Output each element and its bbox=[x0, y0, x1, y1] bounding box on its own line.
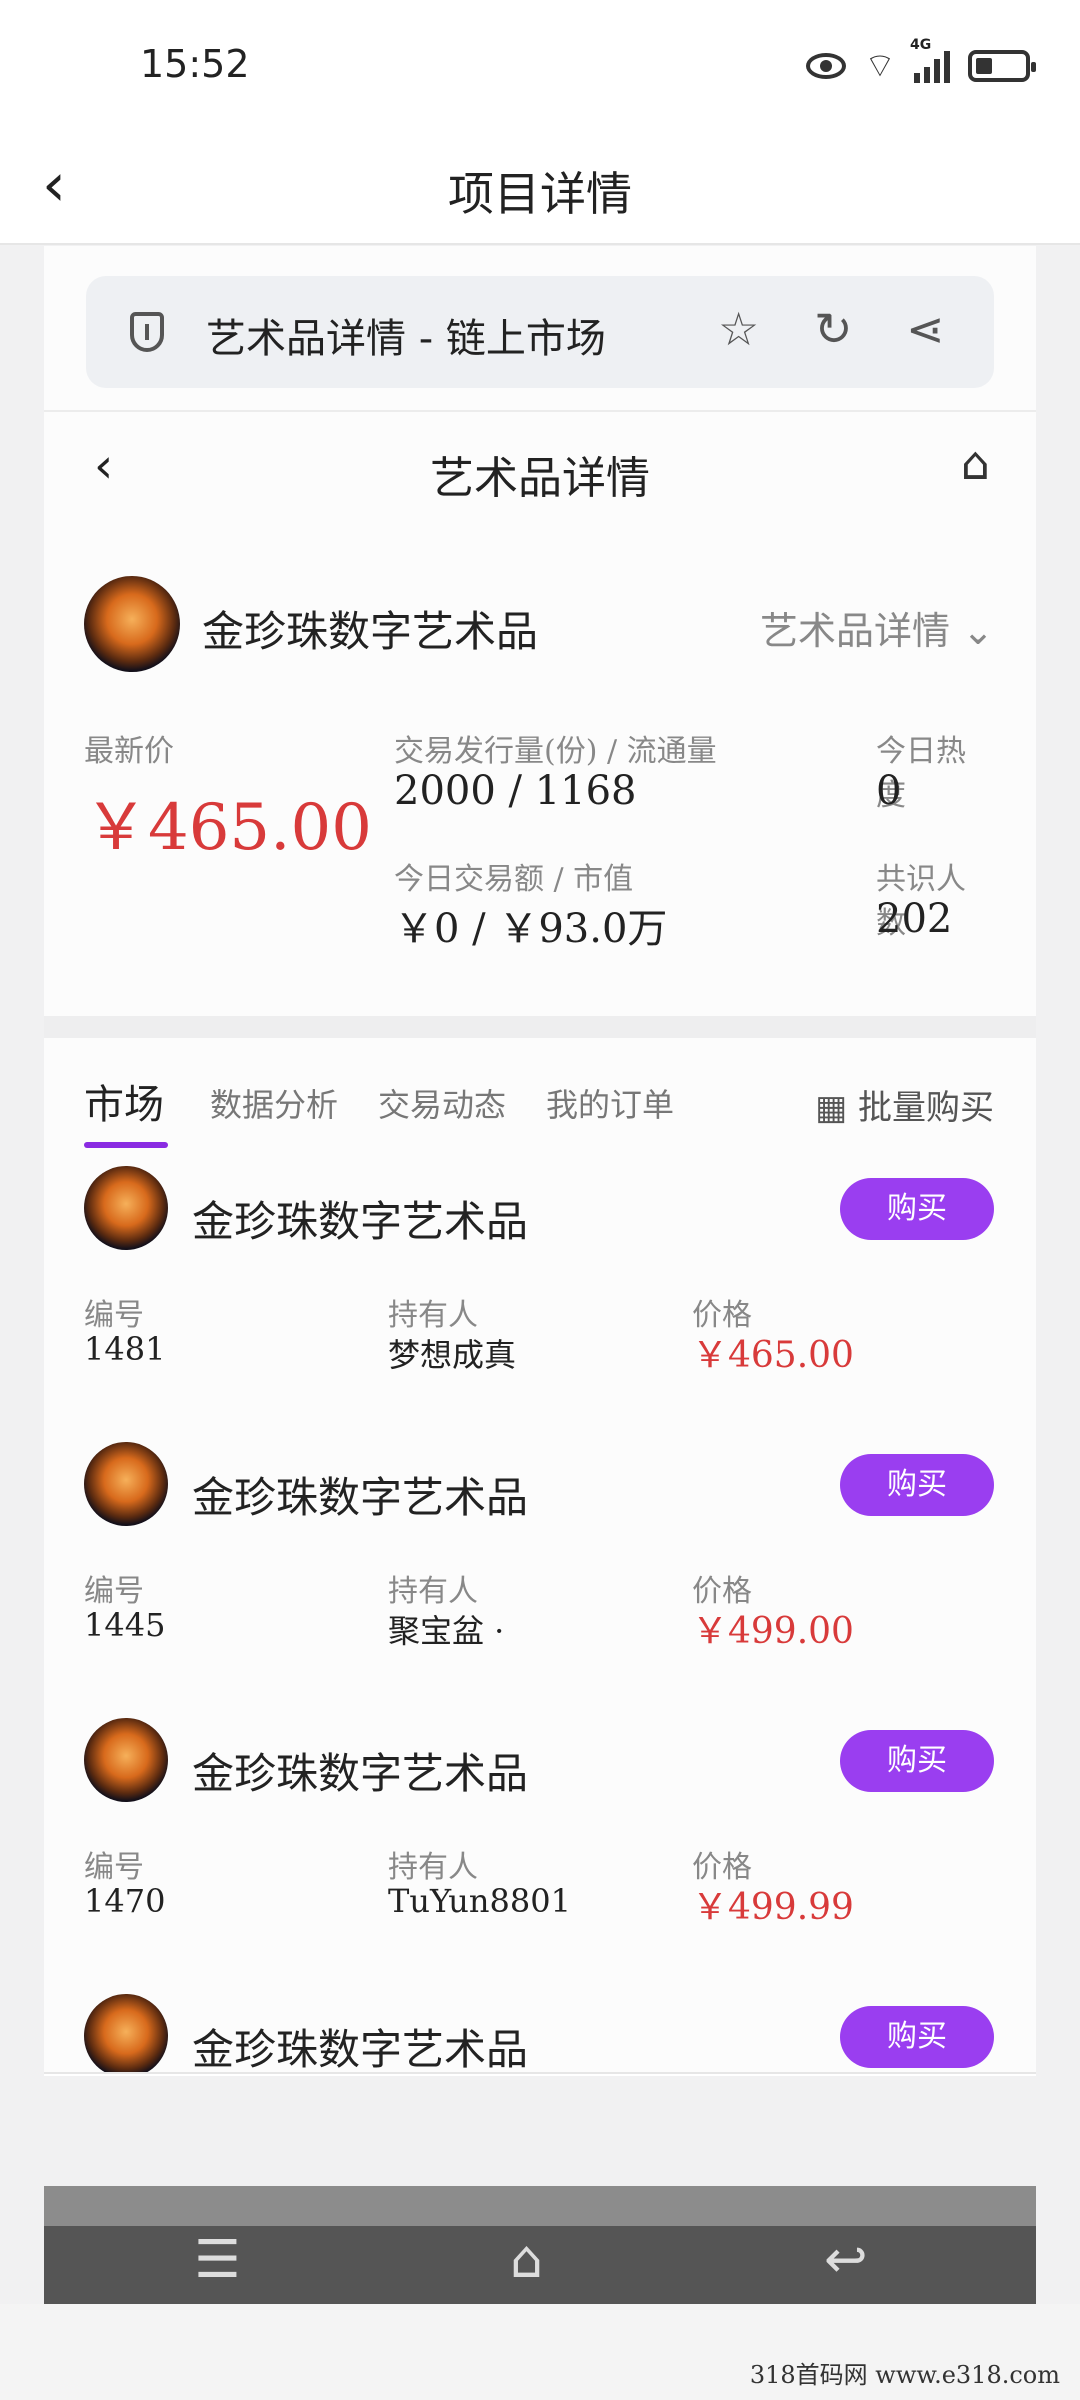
battery-icon bbox=[968, 49, 1036, 82]
listing-avatar bbox=[84, 1442, 168, 1526]
id-value: 1445 bbox=[84, 1606, 166, 1644]
listing-name: 金珍珠数字艺术品 bbox=[192, 1749, 529, 1798]
shield-icon bbox=[130, 312, 164, 352]
sub-title: 艺术品详情 bbox=[430, 453, 650, 504]
status-time: 15:52 bbox=[140, 42, 250, 86]
item-header: 金珍珠数字艺术品 艺术品详情 ⌄ bbox=[84, 576, 994, 676]
signal-icon: 4G bbox=[910, 37, 950, 83]
share-icon[interactable]: ⋖ bbox=[906, 302, 945, 356]
url-title: 艺术品详情 - 链上市场 bbox=[206, 316, 606, 362]
buy-button[interactable]: 购买 bbox=[840, 1730, 994, 1792]
dropdown-label: 艺术品详情 bbox=[760, 609, 951, 653]
tab-trades[interactable]: 交易动态 bbox=[378, 1080, 506, 1126]
status-bar: 15:52 ⌔ 4G bbox=[0, 0, 1080, 130]
latest-price: ￥465.00 bbox=[84, 791, 372, 865]
listing-name: 金珍珠数字艺术品 bbox=[192, 1197, 529, 1246]
id-label: 编号 bbox=[84, 1850, 144, 1885]
listing-name: 金珍珠数字艺术品 bbox=[192, 2025, 529, 2074]
menu-icon[interactable]: ☰ bbox=[194, 2230, 241, 2290]
item-avatar bbox=[84, 576, 180, 672]
issue-value: 2000 / 1168 bbox=[394, 768, 637, 814]
owner-label: 持有人 bbox=[388, 1850, 478, 1885]
system-nav-bar: ☰ ⌂ ↩ bbox=[44, 2186, 1036, 2304]
listing-avatar bbox=[84, 1166, 168, 1250]
browser-toolbar: ‹ ⌘ ≗ 文 ⤓ ▦ ⋯ bbox=[44, 2072, 1036, 2076]
listing-item: 金珍珠数字艺术品 购买 编号 1445 持有人 聚宝盆 · 价格 ￥499.00 bbox=[84, 1442, 994, 1712]
listing-avatar bbox=[84, 1718, 168, 1802]
heat-value: 0 bbox=[876, 768, 902, 814]
buy-button[interactable]: 购买 bbox=[840, 2006, 994, 2068]
wifi-icon: ⌔ bbox=[864, 46, 896, 86]
tab-indicator bbox=[84, 1142, 168, 1148]
listing-item: 金珍珠数字艺术品 购买 编号 1470 持有人 TuYun8801 价格 ￥49… bbox=[84, 1718, 994, 1988]
sub-header: ‹ 艺术品详情 ⌂ bbox=[44, 414, 1036, 524]
latest-price-label: 最新价 bbox=[84, 734, 174, 769]
listing-item: 金珍珠数字艺术品 购买 编号 1481 持有人 梦想成真 价格 ￥465.00 bbox=[84, 1166, 994, 1436]
chevron-down-icon: ⌄ bbox=[962, 609, 994, 653]
listing-avatar bbox=[84, 1994, 168, 2076]
owner-label: 持有人 bbox=[388, 1574, 478, 1609]
tab-analysis[interactable]: 数据分析 bbox=[210, 1080, 338, 1126]
page-title: 项目详情 bbox=[448, 167, 632, 221]
return-icon[interactable]: ↩ bbox=[824, 2230, 868, 2290]
item-name: 金珍珠数字艺术品 bbox=[202, 607, 539, 656]
network-label: 4G bbox=[910, 36, 932, 53]
app-header: ‹ 项目详情 bbox=[0, 130, 1080, 245]
home-nav-icon[interactable]: ⌂ bbox=[510, 2230, 543, 2290]
price-value: ￥499.00 bbox=[692, 1611, 854, 1652]
footer: 318首码网 www.e318.com bbox=[0, 2304, 1080, 2400]
tab-bar: 市场 数据分析 交易动态 我的订单 ▦ 批量购买 bbox=[84, 1062, 994, 1152]
turnover-label: 今日交易额 / 市值 bbox=[394, 862, 634, 897]
refresh-icon[interactable]: ↻ bbox=[814, 302, 853, 356]
star-check-icon[interactable]: ☆ bbox=[718, 302, 759, 356]
section-gap bbox=[44, 1016, 1036, 1038]
price-value: ￥499.99 bbox=[692, 1887, 854, 1928]
home-icon[interactable]: ⌂ bbox=[961, 436, 990, 490]
item-stats: 最新价 ￥465.00 交易发行量(份) / 流通量 2000 / 1168 今… bbox=[84, 726, 994, 966]
id-value: 1481 bbox=[84, 1330, 166, 1368]
webview: 艺术品详情 - 链上市场 ☆ ↻ ⋖ ‹ 艺术品详情 ⌂ 金珍珠数字艺术品 艺术… bbox=[44, 246, 1036, 2076]
issue-label: 交易发行量(份) / 流通量 bbox=[394, 734, 717, 769]
divider bbox=[44, 410, 1036, 412]
bulk-buy-button[interactable]: ▦ 批量购买 bbox=[815, 1080, 994, 1129]
owner-value: 聚宝盆 · bbox=[388, 1612, 505, 1650]
buy-button[interactable]: 购买 bbox=[840, 1178, 994, 1240]
detail-dropdown[interactable]: 艺术品详情 ⌄ bbox=[760, 600, 994, 655]
holders-value: 202 bbox=[876, 896, 953, 942]
buy-button[interactable]: 购买 bbox=[840, 1454, 994, 1516]
id-label: 编号 bbox=[84, 1298, 144, 1333]
price-value: ￥465.00 bbox=[692, 1335, 854, 1376]
watermark: 318首码网 www.e318.com bbox=[749, 2361, 1060, 2389]
tab-market[interactable]: 市场 bbox=[84, 1072, 164, 1130]
listing-item: 金珍珠数字艺术品 购买 bbox=[84, 1994, 994, 2076]
owner-label: 持有人 bbox=[388, 1298, 478, 1333]
id-value: 1470 bbox=[84, 1882, 166, 1920]
url-bar[interactable]: 艺术品详情 - 链上市场 ☆ ↻ ⋖ bbox=[86, 276, 994, 388]
turnover-value: ￥0 / ￥93.0万 bbox=[394, 906, 668, 952]
status-icons: ⌔ 4G bbox=[806, 37, 1036, 87]
listing-name: 金珍珠数字艺术品 bbox=[192, 1473, 529, 1522]
owner-value: TuYun8801 bbox=[388, 1882, 571, 1920]
owner-value: 梦想成真 bbox=[388, 1336, 517, 1374]
tab-orders[interactable]: 我的订单 bbox=[546, 1080, 674, 1126]
bulk-buy-label: 批量购买 bbox=[858, 1088, 994, 1128]
id-label: 编号 bbox=[84, 1574, 144, 1609]
eye-icon bbox=[806, 52, 847, 79]
grid-check-icon: ▦ bbox=[815, 1088, 848, 1128]
